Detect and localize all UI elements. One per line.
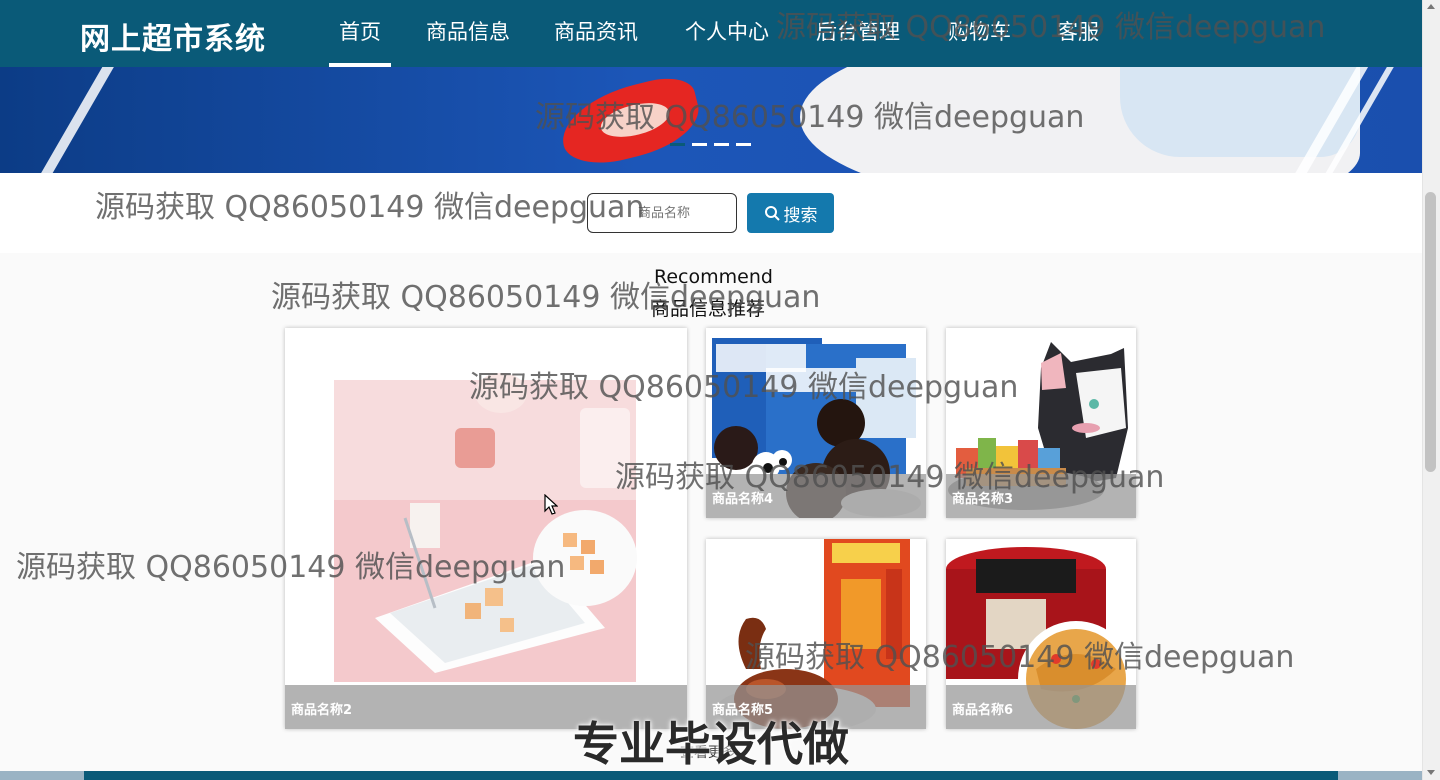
product-card[interactable]: 商品名称2 [285,328,687,729]
mouse-cursor-icon [544,494,558,515]
recommend-title-cn: 商品信息推荐 [651,298,766,320]
watermark-banner: 专业毕设代做 [573,717,849,771]
carousel-indicators [670,143,751,146]
hero-banner[interactable] [0,67,1422,173]
nav-cart[interactable]: 购物车 [938,0,1021,67]
search-input[interactable] [587,193,737,233]
carousel-dot[interactable] [714,143,729,146]
footer-bar [84,771,1338,780]
carousel-dot[interactable] [692,143,707,146]
banner-stripe [30,67,140,173]
nav-news[interactable]: 商品资讯 [544,0,648,67]
nav-profile[interactable]: 个人中心 [675,0,779,67]
footer-strip [0,771,84,780]
product-card[interactable]: 商品名称6 [946,539,1136,729]
search-icon [764,206,780,221]
product-name: 商品名称4 [706,474,926,518]
footer-strip [1338,771,1422,780]
scroll-up-icon[interactable] [1427,4,1435,9]
product-card[interactable]: 商品名称4 [706,328,926,518]
product-card[interactable]: 商品名称3 [946,328,1136,518]
product-name: 商品名称3 [946,474,1136,518]
site-logo[interactable]: 网上超市系统 [80,14,266,58]
product-image [285,328,687,729]
nav-service[interactable]: 客服 [1047,0,1109,67]
product-name: 商品名称6 [946,685,1136,729]
banner-shirt-sleeve [1120,67,1360,157]
scroll-down-icon[interactable] [1427,770,1435,775]
scrollbar-thumb[interactable] [1425,192,1436,472]
search-button[interactable]: 搜索 [747,193,834,233]
carousel-dot[interactable] [736,143,751,146]
nav-home[interactable]: 首页 [329,0,391,67]
nav-admin[interactable]: 后台管理 [806,0,910,67]
search-button-label: 搜索 [783,205,818,226]
nav-products[interactable]: 商品信息 [416,0,520,67]
recommend-title-en: Recommend [654,266,773,288]
carousel-dot[interactable] [670,143,685,146]
product-card[interactable]: 商品名称5 [706,539,926,729]
